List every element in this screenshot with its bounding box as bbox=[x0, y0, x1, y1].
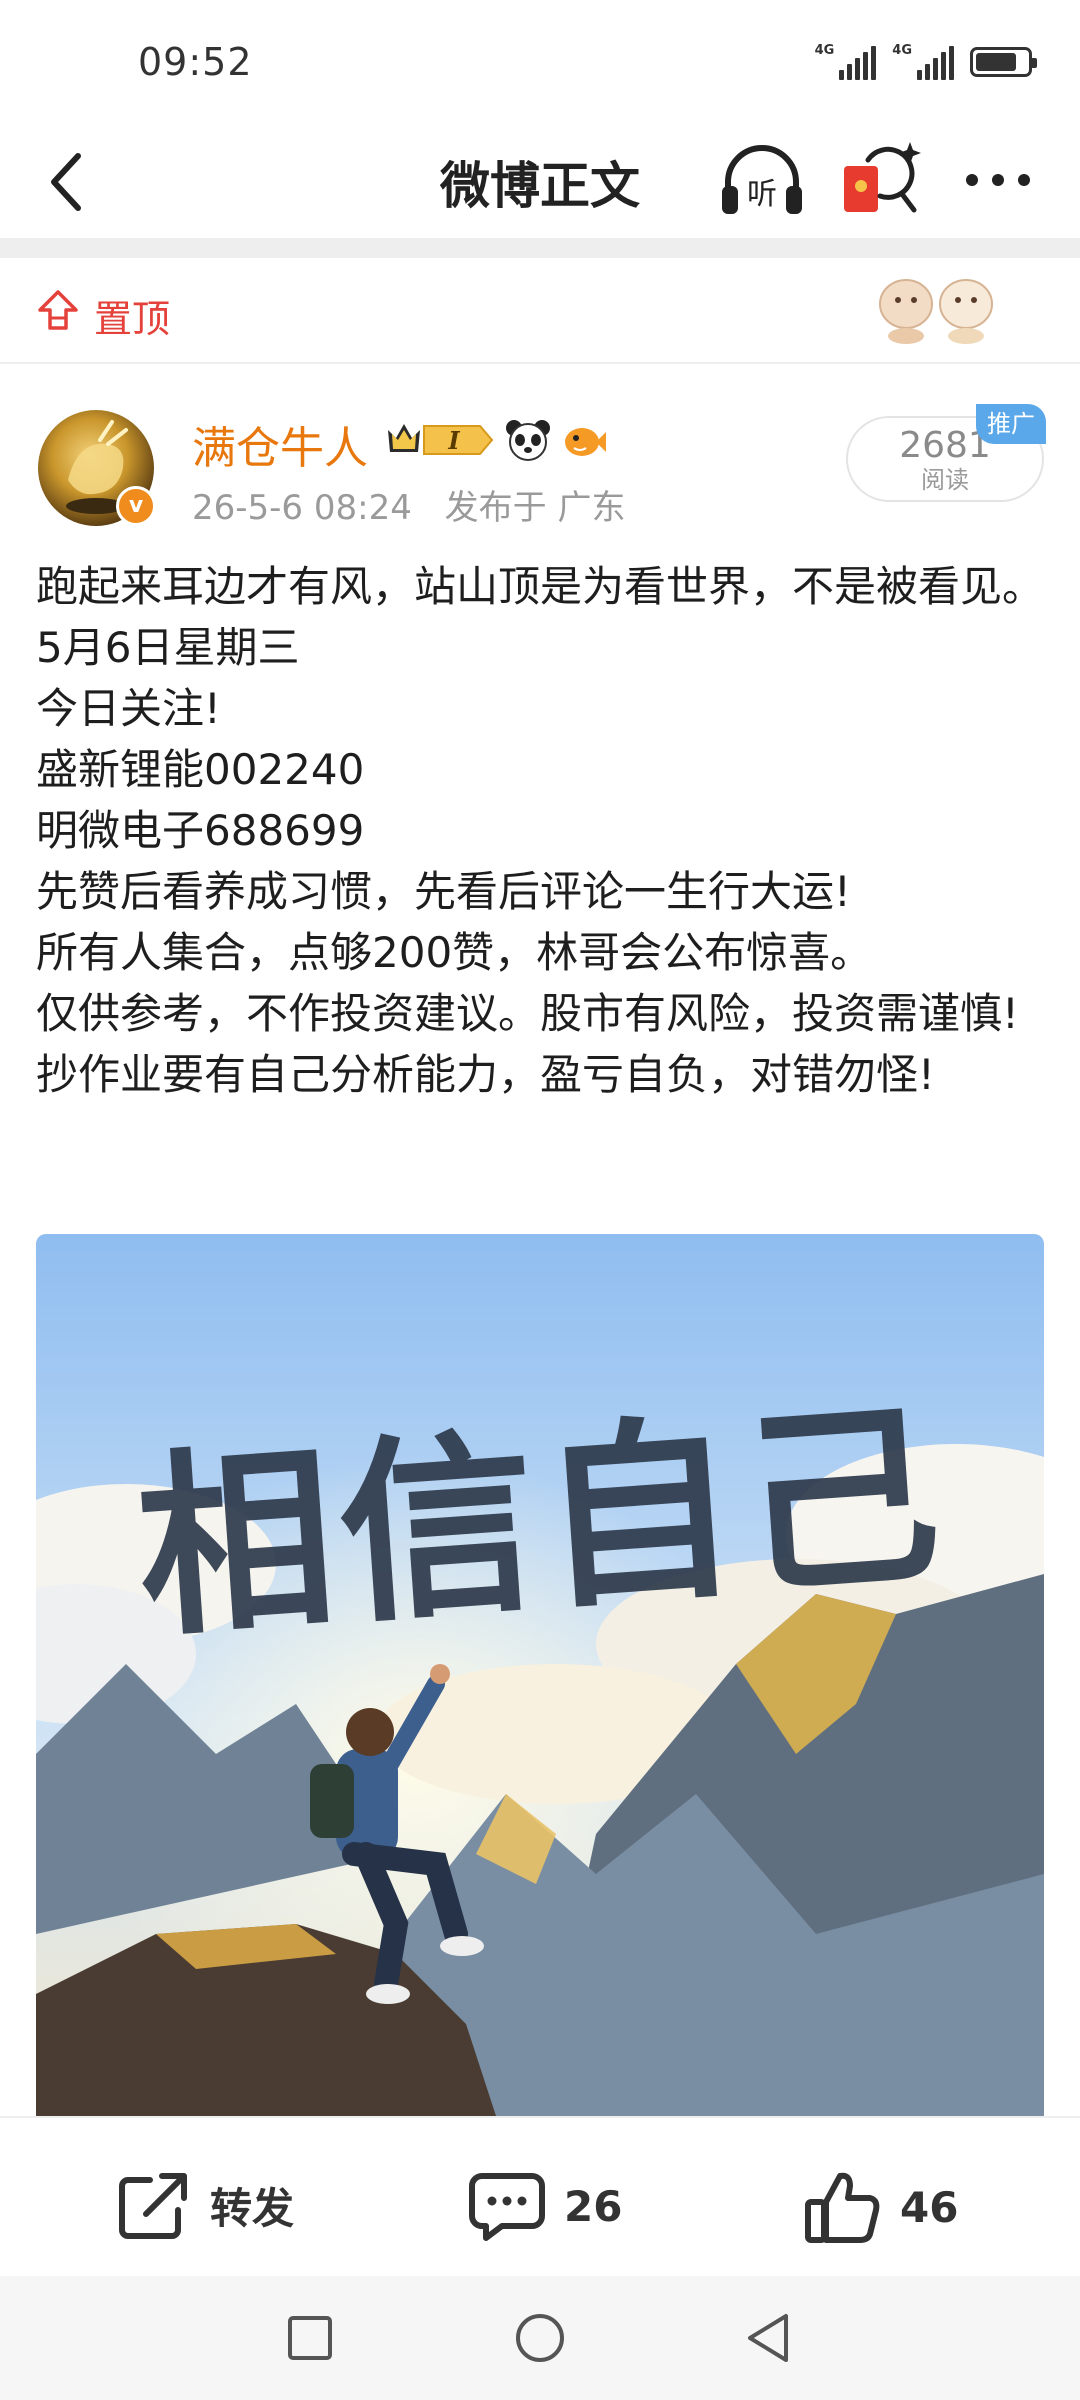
thumbs-up-icon bbox=[805, 2172, 880, 2243]
mascot-decoration-icon bbox=[879, 279, 993, 344]
post-line: 跑起来耳边才有风，站山顶是为看世界，不是被看见。 bbox=[36, 562, 1045, 611]
network-type-label: 4G bbox=[814, 43, 835, 58]
home-circle-icon[interactable] bbox=[512, 2310, 568, 2366]
post-text: 跑起来耳边才有风，站山顶是为看世界，不是被看见。 5月6日星期三 今日关注! 盛… bbox=[36, 556, 1048, 1105]
verified-badge: v bbox=[116, 486, 156, 526]
repost-label: 转发 bbox=[210, 2183, 295, 2233]
pin-top-icon bbox=[38, 290, 78, 330]
read-count-label: 阅读 bbox=[921, 466, 969, 494]
post-image[interactable]: 相信自己 bbox=[36, 1234, 1044, 2116]
post-line: 先赞后看养成习惯，先看后评论一生行大运! bbox=[36, 867, 851, 916]
post-action-bar: 转发 26 46 bbox=[0, 2116, 1080, 2276]
post-line: 5月6日星期三 bbox=[36, 623, 300, 672]
post-line: 仅供参考，不作投资建议。股市有风险，投资需谨慎!抄作业要有自己分析能力，盈亏自负… bbox=[36, 989, 1019, 1099]
post-meta: 26-5-6 08:24 发布于 广东 bbox=[192, 480, 647, 529]
like-count: 46 bbox=[900, 2182, 959, 2232]
top-nav-bar: 微博正文 听 bbox=[0, 130, 1080, 238]
repost-button[interactable]: 转发 bbox=[116, 2170, 294, 2240]
cellular-signal-icon: 4G bbox=[815, 44, 877, 80]
post-line: 明微电子688699 bbox=[36, 806, 365, 855]
listen-button[interactable]: 听 bbox=[716, 138, 808, 222]
headphones-icon: 听 bbox=[722, 145, 802, 214]
post-line: 所有人集合，点够200赞，林哥会公布惊喜。 bbox=[36, 928, 873, 977]
author-name[interactable]: 满仓牛人 bbox=[192, 412, 368, 476]
pinned-label: 置顶 bbox=[94, 297, 171, 341]
red-envelope-icon bbox=[844, 142, 921, 213]
section-divider bbox=[0, 238, 1080, 258]
pinned-row: 置顶 bbox=[0, 258, 1080, 364]
recent-apps-icon[interactable] bbox=[282, 2310, 338, 2366]
like-button[interactable]: 46 bbox=[804, 2170, 958, 2244]
system-nav-bar bbox=[0, 2276, 1080, 2400]
post-timestamp: 26-5-6 08:24 bbox=[192, 488, 412, 528]
post-line: 今日关注! bbox=[36, 684, 221, 733]
battery-icon bbox=[970, 47, 1037, 77]
comment-button[interactable]: 26 bbox=[468, 2170, 622, 2242]
comment-count: 26 bbox=[564, 2181, 623, 2231]
red-packet-button[interactable] bbox=[840, 136, 926, 222]
status-bar: 09:52 4G 4G bbox=[0, 0, 1080, 130]
listen-label: 听 bbox=[747, 177, 777, 212]
more-dots-icon bbox=[966, 174, 1030, 186]
more-options-button[interactable] bbox=[958, 144, 1038, 214]
status-icons: 4G 4G bbox=[815, 44, 1037, 80]
status-time: 09:52 bbox=[138, 40, 253, 84]
panda-icon bbox=[506, 420, 550, 461]
level-text: I bbox=[447, 426, 460, 455]
network-type-label: 4G bbox=[892, 43, 912, 58]
post-location: 发布于 广东 bbox=[444, 488, 626, 528]
share-arrow-icon bbox=[119, 2173, 187, 2239]
fish-icon bbox=[565, 428, 606, 456]
back-triangle-icon[interactable] bbox=[742, 2310, 798, 2366]
cellular-signal-icon: 4G bbox=[892, 44, 954, 80]
comment-bubble-icon bbox=[469, 2173, 545, 2241]
promote-badge[interactable]: 推广 bbox=[976, 404, 1046, 444]
member-level-badge-icon: I bbox=[388, 424, 494, 455]
post-line: 盛新锂能002240 bbox=[36, 745, 365, 794]
author-badges: I bbox=[384, 414, 608, 466]
